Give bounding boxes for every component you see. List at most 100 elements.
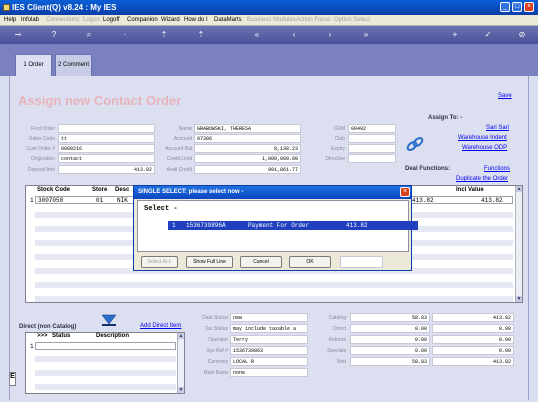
next-icon[interactable]: › [326, 31, 334, 39]
menu-companion[interactable]: Companion [127, 17, 158, 23]
assign-warehouse-indent-link[interactable]: Warehouse Indent [458, 135, 507, 141]
select-all-button[interactable]: Select ALL [141, 256, 178, 268]
menu-connections[interactable]: Connections [46, 17, 79, 23]
close-button[interactable]: × [524, 2, 534, 12]
nett-value: 58.83 [350, 357, 430, 366]
table-row-empty [35, 384, 176, 390]
table-row-empty [35, 296, 513, 302]
menu-business-modules[interactable]: Business Modules [247, 17, 296, 23]
direct-header-description: Description [96, 333, 130, 339]
last-icon[interactable]: » [362, 31, 370, 39]
sys-ref-field[interactable]: 1536739863 [230, 346, 308, 355]
catalog-value-incl: 413.82 [432, 313, 514, 322]
table-row-empty [35, 356, 176, 362]
name-field[interactable]: GRABOWSKI, THERESA [194, 124, 301, 133]
up-arrow-icon[interactable]: ⇡ [197, 31, 205, 39]
key-icon[interactable]: ⊸ [8, 31, 28, 39]
catalog-value: 58.83 [350, 313, 430, 322]
rate-basis-field[interactable]: none [230, 368, 308, 377]
origination-field[interactable]: contact [58, 154, 155, 163]
save-link[interactable]: Save [498, 93, 512, 99]
window-titlebar: IES Client(Q) v8.24 : My IES [0, 0, 538, 15]
account-field[interactable]: 07306 [194, 134, 301, 143]
select-item-number: 1 [172, 222, 176, 229]
ok-button[interactable]: OK [289, 256, 331, 268]
sales-code-label: Sales Code [29, 136, 55, 142]
table-row[interactable] [35, 342, 176, 350]
assign-sari-sari-link[interactable]: Sari Sari [486, 125, 509, 131]
specials-value: 0.00 [350, 346, 430, 355]
help-icon[interactable]: ? [50, 31, 58, 39]
app-icon [3, 4, 10, 11]
cust-order-field[interactable]: 0000216 [58, 144, 155, 153]
assign-warehouse-odp-link[interactable]: Warehouse ODP [462, 145, 507, 151]
scroll-down-icon[interactable]: ▼ [516, 296, 522, 302]
tab-comment[interactable]: 2 Comment [55, 54, 92, 76]
grid-desc: NIK [117, 197, 128, 204]
search-icon[interactable]: ⌕ [85, 31, 93, 39]
first-icon[interactable]: « [253, 31, 261, 39]
tab-comment-label: 2 Comment [57, 62, 89, 68]
grid-header-incl-value: Incl Value [456, 187, 484, 193]
deal-status-field[interactable]: new [230, 313, 308, 322]
expiry-label: Expiry [331, 146, 345, 152]
menu-option-select[interactable]: Option Select [334, 17, 370, 23]
maximize-button[interactable]: □ [512, 2, 522, 12]
select-list-panel: Select - 1 1536739896A Payment For Order… [137, 200, 418, 252]
grid-header-stock-code: Stock Code [37, 187, 71, 193]
down-arrow-icon[interactable] [100, 313, 118, 327]
link-chain-icon[interactable] [405, 135, 425, 153]
minimize-button[interactable]: _ [500, 2, 510, 12]
direct-scrollbar[interactable]: ▲ ▼ [177, 333, 184, 393]
scroll-down-icon[interactable]: ▼ [178, 387, 184, 393]
directive-field[interactable] [348, 154, 396, 163]
duplicate-order-link[interactable]: Duplicate the Order [456, 176, 508, 182]
menu-help[interactable]: Help [4, 17, 16, 23]
operator-field[interactable]: Terry [230, 335, 308, 344]
menu-how-do-i[interactable]: How do I [184, 17, 208, 23]
show-full-line-button[interactable]: Show Full Line [186, 256, 233, 268]
currency-field[interactable]: LOCAL R [230, 357, 308, 366]
first-order-field[interactable] [58, 124, 155, 133]
previous-icon[interactable]: ‹ [290, 31, 298, 39]
scroll-up-icon[interactable]: ▲ [178, 333, 184, 339]
credit-limit-field[interactable]: 1,000,000.00 [194, 154, 301, 163]
crm-label: CRM [333, 126, 345, 132]
expiry-field[interactable] [348, 144, 396, 153]
scroll-up-icon[interactable]: ▲ [516, 186, 522, 192]
origination-label: Origination [30, 156, 55, 162]
select-item-amount: 413.82 [346, 222, 368, 229]
cancel-button[interactable]: Cancel [240, 256, 282, 268]
functions-link[interactable]: Functions [484, 166, 510, 172]
tax-status-field[interactable]: may include taxable a [230, 324, 308, 333]
account-label: Account [173, 136, 192, 142]
confirm-icon[interactable]: ✓ [484, 31, 492, 39]
menu-logon[interactable]: Logon [83, 17, 100, 23]
grid-scrollbar[interactable]: ▲ ▼ [515, 186, 522, 302]
tab-order[interactable]: 1 Order [15, 54, 52, 76]
nett-label: Nett [336, 359, 346, 365]
account-bal-field[interactable]: 8,138.23 [194, 144, 301, 153]
dialog-close-button[interactable]: × [400, 187, 410, 197]
avail-credit-field[interactable]: 991,861.77 [194, 165, 301, 174]
menu-datamarts[interactable]: DataMarts [214, 17, 242, 23]
cancel-icon[interactable]: ⊘ [518, 31, 526, 39]
select-input-field[interactable] [340, 256, 383, 268]
specials-label: Specials [327, 348, 346, 354]
side-marker: E [9, 372, 16, 386]
up-icon[interactable]: ⇡ [160, 31, 168, 39]
deal-functions-label: Deal Functions: [405, 166, 451, 172]
sales-code-field[interactable]: tt [58, 134, 155, 143]
club-field[interactable] [348, 134, 396, 143]
menu-action-focus[interactable]: Action Focus [296, 17, 331, 23]
add-direct-item-link[interactable]: Add Direct Item [140, 323, 181, 329]
crm-field[interactable]: 00492 [348, 124, 396, 133]
operator-label: Operator [208, 337, 228, 343]
menu-wizard[interactable]: Wizard [161, 17, 180, 23]
first-order-label: First Order [31, 126, 55, 132]
pin-icon[interactable]: · [121, 31, 129, 39]
menu-logoff[interactable]: Logoff [103, 17, 120, 23]
deposit-amt-field[interactable]: 413.82 [58, 165, 155, 174]
menu-infolab[interactable]: Infolab [21, 17, 39, 23]
add-icon[interactable]: + [451, 31, 459, 39]
